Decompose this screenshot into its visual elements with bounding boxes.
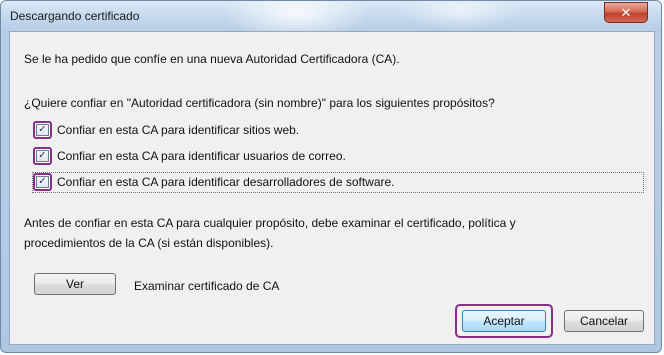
check-icon: ✓: [38, 124, 47, 135]
checkbox-label-email: Confiar en esta CA para identificar usua…: [57, 149, 346, 163]
checkbox-label-software: Confiar en esta CA para identificar desa…: [57, 175, 395, 189]
title-bar[interactable]: Descargando certificado ✕: [1, 1, 661, 43]
window-title: Descargando certificado: [10, 9, 140, 23]
checkbox-highlight: ✓: [33, 147, 52, 165]
view-button[interactable]: Ver: [34, 273, 116, 295]
checkbox-row-software[interactable]: ✓ Confiar en esta CA para identificar de…: [33, 173, 395, 191]
check-icon: ✓: [38, 176, 47, 187]
checkbox-websites[interactable]: ✓: [36, 124, 49, 136]
checkbox-software[interactable]: ✓: [36, 176, 49, 188]
question-text: ¿Quiere confiar en "Autoridad certificad…: [24, 96, 495, 110]
checkbox-highlight: ✓: [33, 173, 52, 191]
close-button[interactable]: ✕: [604, 2, 648, 23]
view-description: Examinar certificado de CA: [134, 279, 280, 293]
check-icon: ✓: [38, 150, 47, 161]
warning-text-line1: Antes de confiar en esta CA para cualqui…: [24, 216, 516, 230]
close-icon: ✕: [620, 4, 632, 20]
checkbox-row-email[interactable]: ✓ Confiar en esta CA para identificar us…: [33, 147, 346, 165]
dialog-window: Descargando certificado ✕ Se le ha pedid…: [0, 0, 662, 353]
cancel-button[interactable]: Cancelar: [564, 310, 644, 332]
intro-text: Se le ha pedido que confíe en una nueva …: [24, 52, 400, 66]
checkbox-email[interactable]: ✓: [36, 150, 49, 162]
title-glow-secondary: [401, 1, 521, 31]
dialog-content: Se le ha pedido que confíe en una nueva …: [9, 31, 655, 345]
checkbox-highlight: ✓: [33, 121, 52, 139]
accept-button[interactable]: Aceptar: [462, 310, 546, 332]
checkbox-label-websites: Confiar en esta CA para identificar siti…: [57, 123, 300, 137]
warning-text-line2: procedimientos de la CA (si están dispon…: [24, 236, 274, 250]
checkbox-row-websites[interactable]: ✓ Confiar en esta CA para identificar si…: [33, 121, 299, 139]
